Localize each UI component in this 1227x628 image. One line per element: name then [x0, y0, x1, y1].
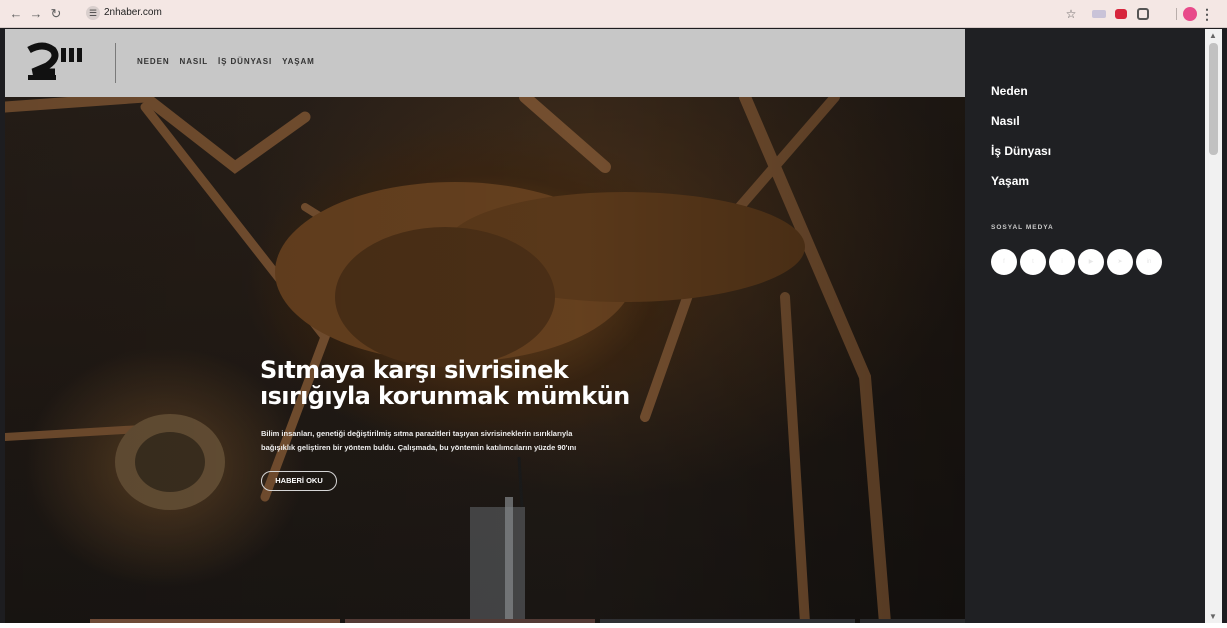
youtube-icon[interactable]: ▶ — [1078, 249, 1104, 275]
scrollbar-thumb[interactable] — [1209, 43, 1218, 155]
instagram-icon[interactable]: i — [1049, 249, 1075, 275]
browser-toolbar: ← → ↻ ☰ 2nhaber.com ☆ ⋮ — [0, 0, 1227, 28]
telegram-icon[interactable]: ➤ — [1107, 249, 1133, 275]
social-media-label: SOSYAL MEDYA — [991, 224, 1054, 231]
headline-line-1: Sıtmaya karşı sivrisinek — [260, 356, 569, 384]
scroll-up-icon[interactable]: ▲ — [1209, 31, 1217, 40]
side-nav-item-neden[interactable]: Neden — [991, 84, 1051, 114]
page-scrollbar[interactable]: ▲ ▼ — [1205, 29, 1222, 623]
extensions-puzzle-icon[interactable] — [1137, 8, 1149, 20]
side-nav-item-is-dunyasi[interactable]: İş Dünyası — [991, 144, 1051, 174]
summary-line-1: Bilim insanları, genetiği değiştirilmiş … — [261, 429, 573, 438]
site-header: NEDEN NASIL İŞ DÜNYASI YAŞAM — [5, 29, 965, 97]
twitter-icon[interactable]: t — [1020, 249, 1046, 275]
site-info-icon[interactable]: ☰ — [86, 6, 100, 20]
profile-avatar[interactable] — [1183, 7, 1197, 21]
side-nav-item-nasil[interactable]: Nasıl — [991, 114, 1051, 144]
side-menu: Neden Nasıl İş Dünyası Yaşam SOSYAL MEDY… — [965, 29, 1205, 623]
primary-nav: NEDEN NASIL İŞ DÜNYASI YAŞAM — [137, 57, 315, 66]
site-logo[interactable] — [25, 42, 85, 82]
webpage: NEDEN NASIL İŞ DÜNYASI YAŞAM Sıtmaya kar… — [5, 29, 965, 623]
nav-item-yasam[interactable]: YAŞAM — [282, 57, 315, 66]
back-arrow-icon[interactable]: ← — [8, 6, 24, 22]
url-text: 2nhaber.com — [104, 7, 162, 18]
linkedin-icon[interactable]: in — [1136, 249, 1162, 275]
extension-icon[interactable] — [1092, 10, 1106, 18]
address-bar[interactable]: ☰ 2nhaber.com — [82, 4, 1082, 24]
forward-arrow-icon[interactable]: → — [28, 6, 44, 22]
youtube-extension-icon[interactable] — [1115, 9, 1127, 19]
nav-item-neden[interactable]: NEDEN — [137, 57, 170, 66]
article-summary: Bilim insanları, genetiği değiştirilmiş … — [261, 427, 681, 455]
scroll-down-icon[interactable]: ▼ — [1209, 612, 1217, 621]
logo-mark — [27, 42, 82, 80]
nav-item-nasil[interactable]: NASIL — [180, 57, 209, 66]
header-divider — [115, 43, 116, 83]
article-headline[interactable]: Sıtmaya karşı sivrisinek ısırığıyla koru… — [260, 357, 730, 409]
reload-icon[interactable]: ↻ — [48, 6, 64, 22]
headline-line-2: ısırığıyla korunmak mümkün — [260, 382, 630, 410]
toolbar-divider — [1176, 8, 1177, 20]
facebook-icon[interactable]: f — [991, 249, 1017, 275]
side-nav: Neden Nasıl İş Dünyası Yaşam — [991, 84, 1051, 204]
summary-line-2: bağışıklık geliştiren bir yöntem buldu. … — [261, 443, 577, 452]
side-nav-item-yasam[interactable]: Yaşam — [991, 174, 1051, 204]
bookmark-star-icon[interactable]: ☆ — [1064, 7, 1078, 21]
read-article-button[interactable]: HABERİ OKU — [261, 471, 337, 491]
nav-item-is-dunyasi[interactable]: İŞ DÜNYASI — [218, 57, 272, 66]
window-bottom-edge — [0, 623, 1227, 628]
browser-menu-icon[interactable]: ⋮ — [1200, 6, 1214, 22]
social-icons: f t i ▶ ➤ in — [991, 249, 1162, 275]
